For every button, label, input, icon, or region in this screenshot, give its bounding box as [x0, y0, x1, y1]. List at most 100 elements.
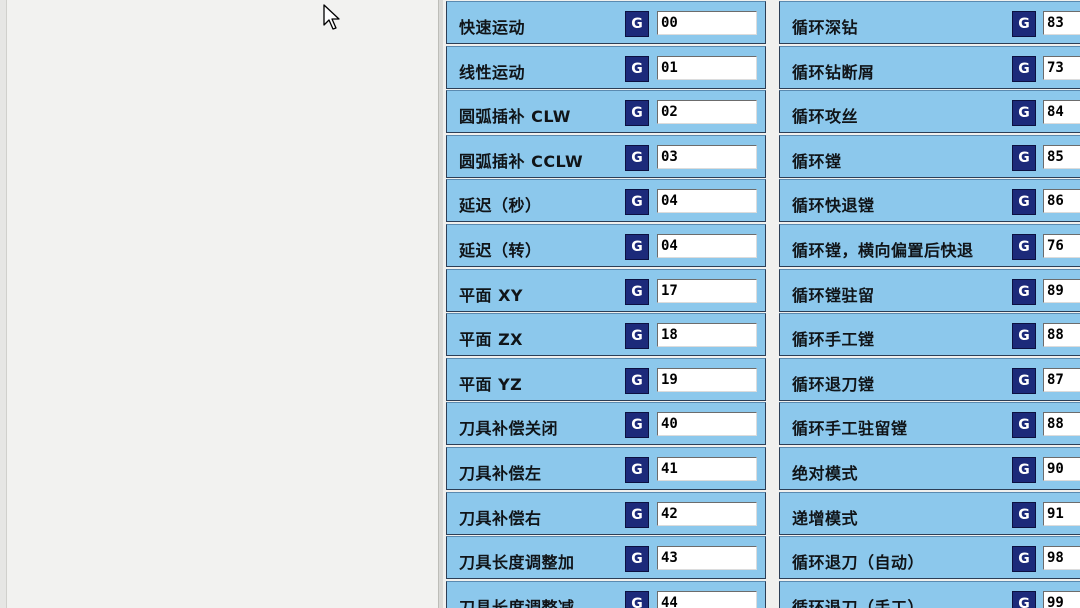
g-code-row: 循环镗驻留 G 89 — [779, 269, 1080, 312]
g-code-label: 循环手工驻留镗 — [792, 419, 908, 438]
g-code-label: 循环手工镗 — [792, 330, 875, 349]
g-code-label: 循环退刀（自动） — [792, 553, 925, 572]
g-code-value-field[interactable]: 00 — [657, 11, 757, 35]
g-code-label: 快速运动 — [459, 18, 526, 37]
g-code-value-field[interactable]: 40 — [657, 412, 757, 436]
g-code-label: 循环镗 — [792, 152, 842, 171]
g-code-label: 递增模式 — [792, 509, 859, 528]
g-prefix-button[interactable]: G — [1012, 234, 1036, 260]
g-prefix-button[interactable]: G — [625, 189, 649, 215]
g-code-row: 循环钻断屑 G 73 — [779, 46, 1080, 89]
g-code-value-field[interactable]: 41 — [657, 457, 757, 481]
g-code-value-field[interactable]: 98 — [1043, 546, 1080, 570]
g-code-value-field[interactable]: 42 — [657, 502, 757, 526]
g-code-value-field[interactable]: 85 — [1043, 145, 1080, 169]
g-code-panel-left: 快速运动 G 00 线性运动 G 01 圆弧插补 CLW G 02 圆弧插补 CCLW G 03 延迟（… — [446, 0, 768, 608]
g-code-panel-right: 循环深钻 G 83 循环钻断屑 G 73 循环攻丝 G 84 循环镗 G 85 循环快退镗 G 86 循环镗，… — [779, 0, 1080, 608]
g-prefix-button[interactable]: G — [1012, 457, 1036, 483]
g-code-label: 圆弧插补 CCLW — [459, 152, 584, 171]
g-prefix-button[interactable]: G — [1012, 145, 1036, 171]
g-prefix-button[interactable]: G — [625, 145, 649, 171]
g-code-row: 循环手工驻留镗 G 88 — [779, 402, 1080, 445]
g-code-row: 平面 XY G 17 — [446, 269, 766, 312]
g-prefix-button[interactable]: G — [1012, 279, 1036, 305]
g-code-value-field[interactable]: 84 — [1043, 100, 1080, 124]
g-prefix-button[interactable]: G — [625, 502, 649, 528]
g-prefix-button[interactable]: G — [625, 56, 649, 82]
g-code-row: 刀具长度调整减 G 44 — [446, 581, 766, 608]
g-code-value-field[interactable]: 04 — [657, 234, 757, 258]
g-prefix-button[interactable]: G — [625, 11, 649, 37]
g-code-label: 平面 XY — [459, 286, 523, 305]
g-code-label: 循环镗驻留 — [792, 286, 875, 305]
g-prefix-button[interactable]: G — [1012, 56, 1036, 82]
g-code-row: 循环退刀（手工） G 99 — [779, 581, 1080, 608]
g-code-value-field[interactable]: 01 — [657, 56, 757, 80]
g-code-value-field[interactable]: 90 — [1043, 457, 1080, 481]
g-code-label: 循环退刀（手工） — [792, 598, 925, 608]
g-code-value-field[interactable]: 91 — [1043, 502, 1080, 526]
g-code-value-field[interactable]: 99 — [1043, 591, 1080, 608]
g-code-label: 延迟（秒） — [459, 196, 542, 215]
g-code-value-field[interactable]: 43 — [657, 546, 757, 570]
g-code-label: 循环攻丝 — [792, 107, 859, 126]
g-code-row: 延迟（转） G 04 — [446, 224, 766, 267]
g-prefix-button[interactable]: G — [1012, 368, 1036, 394]
g-code-label: 循环钻断屑 — [792, 63, 875, 82]
g-prefix-button[interactable]: G — [625, 546, 649, 572]
g-code-row: 循环深钻 G 83 — [779, 1, 1080, 44]
g-prefix-button[interactable]: G — [625, 234, 649, 260]
g-code-value-field[interactable]: 19 — [657, 368, 757, 392]
g-code-value-field[interactable]: 73 — [1043, 56, 1080, 80]
g-prefix-button[interactable]: G — [625, 591, 649, 608]
g-code-row: 递增模式 G 91 — [779, 492, 1080, 535]
g-code-row: 刀具补偿右 G 42 — [446, 492, 766, 535]
left-window-edge — [0, 0, 7, 608]
g-prefix-button[interactable]: G — [1012, 189, 1036, 215]
g-prefix-button[interactable]: G — [1012, 502, 1036, 528]
g-code-label: 刀具长度调整减 — [459, 598, 575, 608]
g-code-value-field[interactable]: 44 — [657, 591, 757, 608]
g-code-value-field[interactable]: 87 — [1043, 368, 1080, 392]
g-code-label: 循环退刀镗 — [792, 375, 875, 394]
left-pane — [0, 0, 438, 608]
g-code-label: 循环深钻 — [792, 18, 859, 37]
g-code-value-field[interactable]: 18 — [657, 323, 757, 347]
g-prefix-button[interactable]: G — [1012, 100, 1036, 126]
g-prefix-button[interactable]: G — [1012, 11, 1036, 37]
g-code-value-field[interactable]: 17 — [657, 279, 757, 303]
g-code-row: 平面 ZX G 18 — [446, 313, 766, 356]
g-code-row: 循环退刀镗 G 87 — [779, 358, 1080, 401]
g-prefix-button[interactable]: G — [625, 323, 649, 349]
g-code-row: 循环攻丝 G 84 — [779, 90, 1080, 133]
g-prefix-button[interactable]: G — [1012, 323, 1036, 349]
g-prefix-button[interactable]: G — [1012, 546, 1036, 572]
g-code-value-field[interactable]: 89 — [1043, 279, 1080, 303]
g-code-label: 平面 ZX — [459, 330, 524, 349]
g-code-value-field[interactable]: 02 — [657, 100, 757, 124]
g-code-row: 循环手工镗 G 88 — [779, 313, 1080, 356]
g-prefix-button[interactable]: G — [1012, 591, 1036, 608]
g-code-row: 刀具补偿关闭 G 40 — [446, 402, 766, 445]
g-code-row: 延迟（秒） G 04 — [446, 179, 766, 222]
g-code-value-field[interactable]: 76 — [1043, 234, 1080, 258]
g-prefix-button[interactable]: G — [1012, 412, 1036, 438]
g-prefix-button[interactable]: G — [625, 412, 649, 438]
g-prefix-button[interactable]: G — [625, 368, 649, 394]
g-prefix-button[interactable]: G — [625, 457, 649, 483]
g-code-row: 圆弧插补 CLW G 02 — [446, 90, 766, 133]
g-code-value-field[interactable]: 04 — [657, 189, 757, 213]
g-code-value-field[interactable]: 83 — [1043, 11, 1080, 35]
g-prefix-button[interactable]: G — [625, 100, 649, 126]
g-code-label: 循环镗，横向偏置后快退 — [792, 241, 974, 260]
g-code-row: 刀具长度调整加 G 43 — [446, 536, 766, 579]
g-code-row: 线性运动 G 01 — [446, 46, 766, 89]
g-prefix-button[interactable]: G — [625, 279, 649, 305]
g-code-value-field[interactable]: 03 — [657, 145, 757, 169]
g-code-row: 快速运动 G 00 — [446, 1, 766, 44]
g-code-value-field[interactable]: 86 — [1043, 189, 1080, 213]
g-code-value-field[interactable]: 88 — [1043, 323, 1080, 347]
pane-divider[interactable] — [438, 0, 443, 608]
g-code-label: 刀具补偿关闭 — [459, 419, 559, 438]
g-code-value-field[interactable]: 88 — [1043, 412, 1080, 436]
